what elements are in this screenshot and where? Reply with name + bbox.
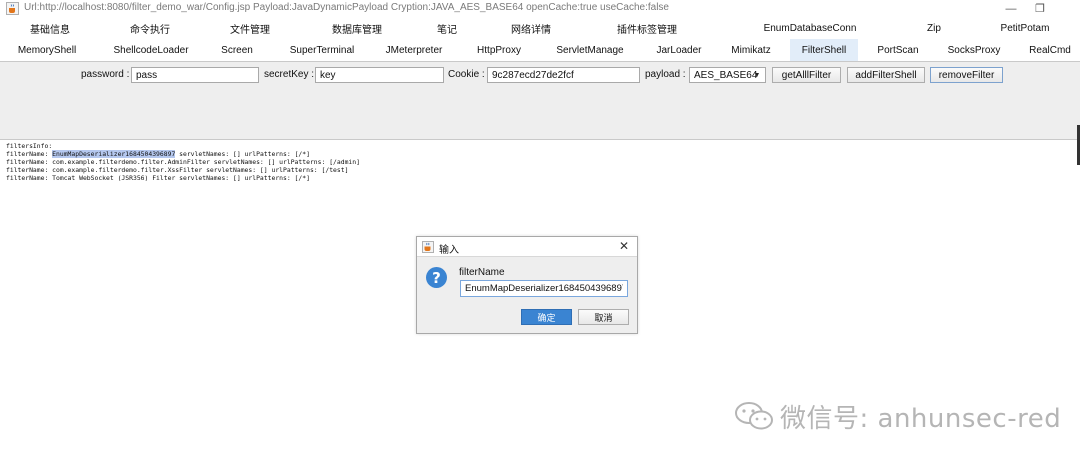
tab-network-details[interactable]: 网络详情 xyxy=(498,17,564,39)
secretkey-label: secretKey : xyxy=(264,69,315,80)
tab-socks-proxy[interactable]: SocksProxy xyxy=(942,39,1006,61)
console-header: filtersInfo: xyxy=(6,142,53,150)
dialog-title: 输入 xyxy=(439,245,459,256)
tab-notes[interactable]: 笔记 xyxy=(425,17,469,39)
tab-database-manager[interactable]: 数据库管理 xyxy=(324,17,390,39)
filter-name-input[interactable] xyxy=(460,280,628,297)
tab-command-exec[interactable]: 命令执行 xyxy=(118,17,182,39)
watermark: 微信号: anhunsec-red xyxy=(734,398,1061,434)
tab-memory-shell[interactable]: MemoryShell xyxy=(8,39,86,61)
java-cup-icon xyxy=(422,241,434,253)
filter-name-label: filterName xyxy=(459,267,505,278)
minimize-button[interactable]: — xyxy=(995,0,1027,17)
password-label: password : xyxy=(81,69,130,80)
tab-mimikatz[interactable]: Mimikatz xyxy=(724,39,778,61)
console-line: filterName: Tomcat WebSocket (JSR356) Fi… xyxy=(6,174,310,182)
restore-button[interactable]: ❐ xyxy=(1024,0,1056,17)
payload-label: payload : xyxy=(645,69,686,80)
tab-filter-shell[interactable]: FilterShell xyxy=(790,39,858,61)
console-line: filterName: com.example.filterdemo.filte… xyxy=(6,166,349,174)
tab-row-primary: 基础信息 命令执行 文件管理 数据库管理 笔记 网络详情 插件标签管理 Enum… xyxy=(0,17,1080,39)
tab-row-secondary: MemoryShell ShellcodeLoader Screen Super… xyxy=(0,39,1080,61)
window-titlebar: Url:http://localhost:8080/filter_demo_wa… xyxy=(0,0,1080,17)
question-icon: ? xyxy=(426,267,447,288)
tab-servlet-manage[interactable]: ServletManage xyxy=(550,39,630,61)
tab-enum-database-conn[interactable]: EnumDatabaseConn xyxy=(752,17,868,39)
tab-shellcode-loader[interactable]: ShellcodeLoader xyxy=(106,39,196,61)
java-cup-icon xyxy=(6,2,19,15)
tab-jar-loader[interactable]: JarLoader xyxy=(650,39,708,61)
ok-button[interactable]: 确定 xyxy=(521,309,572,325)
console-line: filterName: com.example.filterdemo.filte… xyxy=(6,158,360,166)
window-title: Url:http://localhost:8080/filter_demo_wa… xyxy=(24,2,669,13)
password-input[interactable] xyxy=(131,67,259,83)
input-dialog: 输入 ✕ ? filterName 确定 取消 xyxy=(416,236,638,334)
tab-jmeterpreter[interactable]: JMeterpreter xyxy=(378,39,450,61)
cookie-input[interactable] xyxy=(487,67,640,83)
tab-plugin-tag-manager[interactable]: 插件标签管理 xyxy=(606,17,688,39)
remove-filter-button[interactable]: removeFilter xyxy=(930,67,1003,83)
tab-real-cmd[interactable]: RealCmd xyxy=(1024,39,1076,61)
chevron-down-icon: ▼ xyxy=(753,72,761,79)
tab-port-scan[interactable]: PortScan xyxy=(870,39,926,61)
watermark-text: 微信号: anhunsec-red xyxy=(780,403,1062,434)
tab-screen[interactable]: Screen xyxy=(212,39,262,61)
secretkey-input[interactable] xyxy=(315,67,444,83)
tab-basic-info[interactable]: 基础信息 xyxy=(18,17,82,39)
wechat-logo-icon xyxy=(735,402,773,430)
payload-select[interactable]: AES_BASE64 ▼ xyxy=(689,67,766,83)
tab-zip[interactable]: Zip xyxy=(912,17,956,39)
cookie-label: Cookie : xyxy=(448,69,485,80)
dialog-titlebar: 输入 ✕ xyxy=(417,237,637,257)
tab-super-terminal[interactable]: SuperTerminal xyxy=(278,39,366,61)
get-all-filter-button[interactable]: getAlllFilter xyxy=(772,67,841,83)
cancel-button[interactable]: 取消 xyxy=(578,309,629,325)
close-icon[interactable]: ✕ xyxy=(619,239,629,253)
selected-filter-name: EnumMapDeserializer1684504396897 xyxy=(52,150,176,158)
tab-petit-potam[interactable]: PetitPotam xyxy=(990,17,1060,39)
tab-http-proxy[interactable]: HttpProxy xyxy=(468,39,530,61)
filter-shell-toolbar: password : secretKey : Cookie : payload … xyxy=(0,61,1080,140)
payload-select-value: AES_BASE64 xyxy=(694,69,758,81)
tab-file-manager[interactable]: 文件管理 xyxy=(218,17,282,39)
console-line-prefix: filterName: xyxy=(6,150,53,158)
add-filter-shell-button[interactable]: addFilterShell xyxy=(847,67,925,83)
console-line-suffix: servletNames: [] urlPatterns: [/*] xyxy=(175,150,310,158)
console-line: filterName: EnumMapDeserializer168450439… xyxy=(6,150,310,158)
